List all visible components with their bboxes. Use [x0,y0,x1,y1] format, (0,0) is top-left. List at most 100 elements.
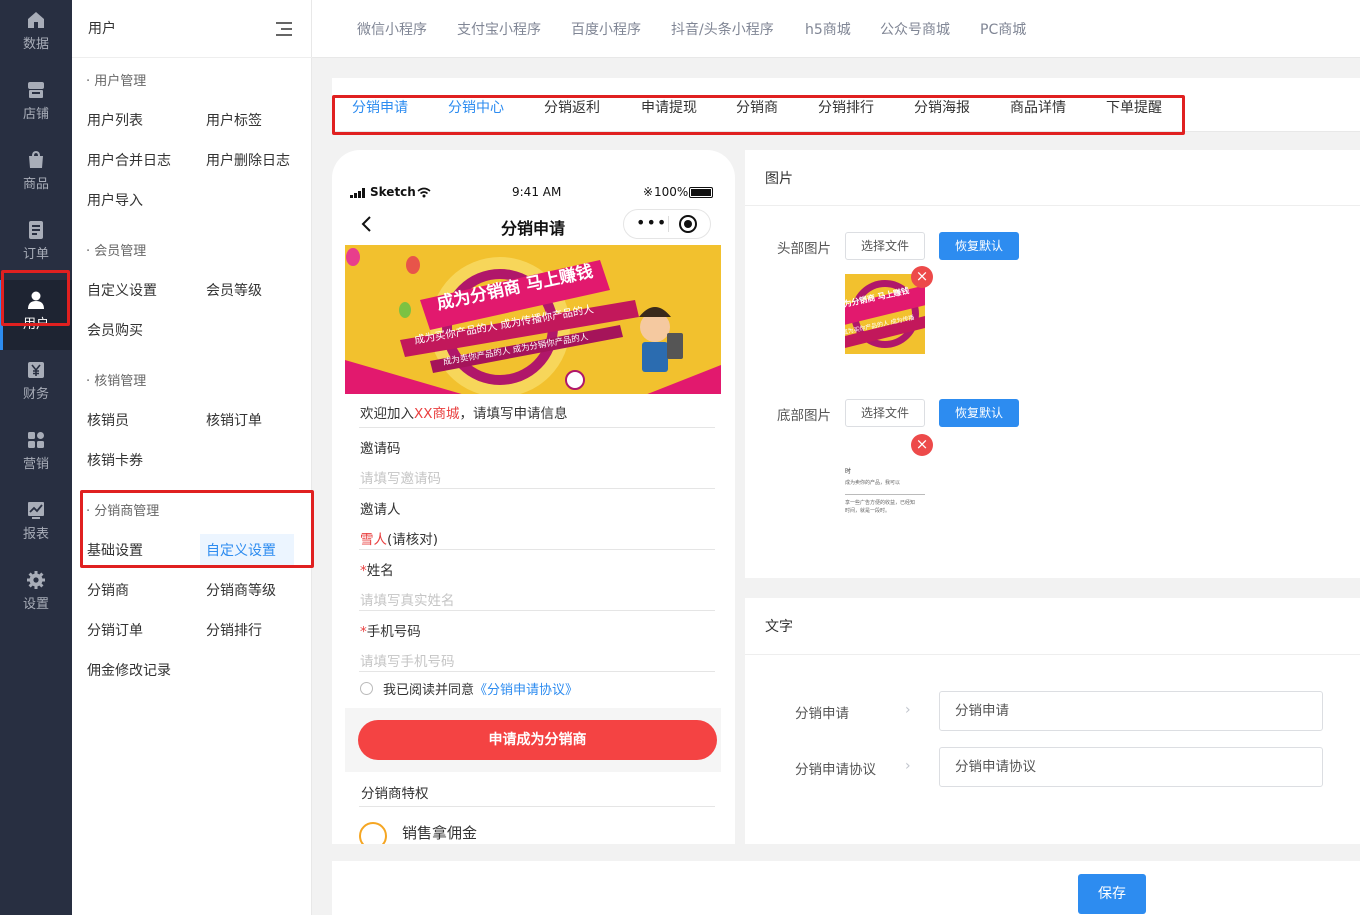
header-image-delete-icon[interactable]: × [911,266,933,288]
rail-label: 订单 [22,247,49,262]
nav-wechat-miniapp[interactable]: 微信小程序 [357,19,427,39]
header-image-label: 头部图片 [777,241,831,257]
rail-item-reports[interactable]: 报表 [0,490,72,560]
name-label: *姓名 [360,563,394,579]
inviter-value: 雪人(请核对) [360,532,439,548]
fold-menu-icon[interactable] [276,22,292,36]
grid-icon [28,432,44,448]
menu-distribution-ranking[interactable]: 分销排行 [206,620,262,640]
more-dots-icon[interactable]: ••• [636,213,667,232]
gear-icon [27,571,45,589]
phone-preview-card: Sketch 9:41 AM ※ 100% 分销申请 ••• 成为分销商 马上赚… [332,150,735,844]
menu-distributors[interactable]: 分销商 [87,580,129,600]
agreement-text-input[interactable]: 分销申请协议 [939,747,1323,787]
rail-item-marketing[interactable]: 营销 [0,420,72,490]
apply-text-input[interactable]: 分销申请 [939,691,1323,731]
menu-member-custom[interactable]: 自定义设置 [87,280,157,300]
rail-item-goods[interactable]: 商品 [0,140,72,210]
header-choose-file-button[interactable]: 选择文件 [845,232,925,260]
nav-douyin-miniapp[interactable]: 抖音/头条小程序 [671,19,774,39]
agree-text: 我已阅读并同意《分销申请协议》 [383,683,579,698]
privileges-section: 分销商特权 销售拿佣金 [345,772,721,844]
chart-icon [28,502,44,519]
nav-official-account-mall[interactable]: 公众号商城 [880,19,950,39]
footer-thumb-line: 时 [845,468,852,475]
submenu-panel: 用户 · 用户管理 用户列表 用户标签 用户合并日志 用户删除日志 用户导入 ·… [72,0,312,915]
store-icon [28,82,44,98]
menu-distributor-levels[interactable]: 分销商等级 [206,580,276,600]
footer-image-delete-icon[interactable]: × [911,434,933,456]
image-card-title: 图片 [765,171,793,187]
rail-label: 设置 [22,597,49,612]
divider [359,427,715,428]
menu-verifier[interactable]: 核销员 [87,410,129,430]
wifi-icon [417,187,431,198]
footer-thumb-line: 时间，就是一段时。 [845,508,891,514]
footer-thumb-rule [845,494,925,495]
inviter-name: 雪人 [360,532,387,548]
rail-item-data[interactable]: 数据 [0,0,72,70]
platform-nav: 微信小程序 支付宝小程序 百度小程序 抖音/头条小程序 h5商城 公众号商城 P… [312,0,1360,58]
submenu-header: 用户 [72,0,312,58]
name-input[interactable]: 请填写真实姓名 [360,589,455,609]
section-verify-management: · 核销管理 [86,374,147,389]
menu-user-merge-log[interactable]: 用户合并日志 [87,150,171,170]
rail-label: 店铺 [22,107,49,122]
divider [359,671,715,672]
menu-user-import[interactable]: 用户导入 [87,190,143,210]
divider [359,806,715,807]
nav-pc-mall[interactable]: PC商城 [980,19,1026,39]
menu-commission-log[interactable]: 佣金修改记录 [87,660,171,680]
rail-item-settings[interactable]: 设置 [0,560,72,630]
footer-bar: 保存 [332,861,1360,915]
menu-verify-orders[interactable]: 核销订单 [206,410,262,430]
section-member-management: · 会员管理 [86,244,147,259]
header-reset-default-button[interactable]: 恢复默认 [939,232,1019,260]
text-settings-card: 文字 分销申请 › 分销申请 分销申请协议 › 分销申请协议 [745,598,1360,844]
carrier-label: Sketch [370,185,416,199]
inviter-label: 邀请人 [360,502,401,518]
privilege-commission: 销售拿佣金 [402,824,478,842]
rail-item-finance[interactable]: 财务 [0,350,72,420]
menu-member-buy[interactable]: 会员购买 [87,320,143,340]
apply-form: 欢迎加入XX商城，请填写申请信息 邀请码 请填写邀请码 邀请人 雪人(请核对) … [345,394,721,708]
miniapp-capsule[interactable]: ••• [623,209,711,239]
chevron-right-icon: › [905,702,911,718]
menu-user-list[interactable]: 用户列表 [87,110,143,130]
invite-code-input[interactable]: 请填写邀请码 [360,467,441,487]
apply-distributor-button[interactable]: 申请成为分销商 [358,720,717,760]
menu-user-tags[interactable]: 用户标签 [206,110,262,130]
nav-baidu-miniapp[interactable]: 百度小程序 [571,19,641,39]
capsule-divider [668,216,669,232]
battery-icon [689,187,713,198]
close-miniapp-icon[interactable] [679,215,697,233]
submenu-title: 用户 [88,21,116,37]
menu-user-delete-log[interactable]: 用户删除日志 [206,150,290,170]
phone-number-input[interactable]: 请填写手机号码 [360,650,455,670]
privileges-title: 分销商特权 [361,786,429,802]
bag-icon [29,150,43,168]
distribution-banner: 成为分销商 马上赚钱 成为买你产品的人 成为传播你产品的人 成为卖你产品的人 成… [345,245,721,394]
rail-item-store[interactable]: 店铺 [0,70,72,140]
menu-verify-coupons[interactable]: 核销卡券 [87,450,143,470]
footer-thumb-line: 成为卖你的产品，我可以 [845,480,901,486]
shop-name: XX商城 [414,406,460,422]
menu-distribution-orders[interactable]: 分销订单 [87,620,143,640]
nav-h5-mall[interactable]: h5商城 [805,19,851,39]
footer-choose-file-button[interactable]: 选择文件 [845,399,925,427]
image-settings-card: 图片 头部图片 选择文件 恢复默认 为分销商 马上赚钱 成为买你产品的人 成为传… [745,150,1360,578]
nav-alipay-miniapp[interactable]: 支付宝小程序 [457,19,541,39]
welcome-text: 欢迎加入XX商城，请填写申请信息 [360,406,568,422]
agree-radio[interactable] [360,682,373,695]
footer-reset-default-button[interactable]: 恢复默认 [939,399,1019,427]
status-time: 9:41 AM [512,185,562,199]
highlight-box-submenu [80,490,314,568]
menu-member-level[interactable]: 会员等级 [206,280,262,300]
home-icon [28,12,44,28]
icon-rail: 数据 店铺 商品 订单 用户 财务 营销 报表 设置 [0,0,72,915]
invite-code-label: 邀请码 [360,441,401,457]
agreement-link[interactable]: 《分销申请协议》 [474,683,578,698]
save-button[interactable]: 保存 [1078,874,1146,914]
rail-label: 财务 [22,387,49,402]
footer-thumb-line: 享一些广告方便的收益，已经知 [845,500,916,506]
